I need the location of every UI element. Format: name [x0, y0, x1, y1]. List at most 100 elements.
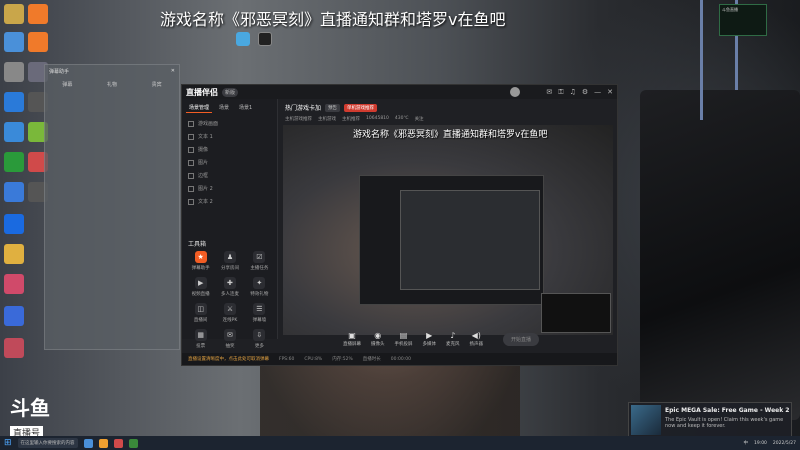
tab-scene-1[interactable]: 场景1: [236, 103, 255, 113]
tool-icon: ✦: [253, 277, 266, 289]
scene-item-label: 游戏画面: [198, 121, 219, 127]
meta-item[interactable]: 关注: [415, 116, 424, 122]
tool-item[interactable]: ✚ 多人连麦: [215, 277, 244, 297]
recommend-tag[interactable]: 单机游戏推荐: [344, 103, 378, 112]
clock-time[interactable]: 19:00: [754, 441, 767, 446]
tool-item[interactable]: ⚔ 连线PK: [215, 303, 244, 323]
desktop-icon[interactable]: [4, 306, 24, 326]
app-titlebar: 直播伴侣 新版 ✉ ⚿ ♫ ⚙ — ✕: [182, 85, 617, 99]
close-icon[interactable]: ✕: [607, 88, 613, 96]
start-live-button[interactable]: 开始直播: [503, 332, 540, 346]
desktop-icon[interactable]: [4, 122, 24, 142]
eye-icon[interactable]: [188, 133, 194, 140]
meta-item: 10645810: [366, 116, 389, 121]
eye-icon[interactable]: [188, 198, 194, 205]
eye-icon[interactable]: [188, 185, 194, 192]
app-shortcut-icon[interactable]: [258, 32, 272, 46]
action-button[interactable]: ♪ 麦克风: [446, 331, 460, 347]
version-badge[interactable]: 新版: [222, 87, 239, 97]
tab-scene-manage[interactable]: 场景管理: [186, 103, 213, 113]
taskbar-app-icon[interactable]: [98, 438, 108, 448]
eye-icon[interactable]: [188, 172, 194, 179]
desktop-icon[interactable]: [4, 214, 24, 234]
taskbar-app-icon[interactable]: [113, 438, 123, 448]
action-button[interactable]: ◀) 扬声器: [470, 331, 484, 347]
action-button[interactable]: ▶ 多媒体: [423, 331, 437, 347]
tab-scene[interactable]: 场景: [216, 103, 232, 113]
scene-item-label: 文本 1: [198, 134, 213, 140]
status-bar: 直播设置清晰度中，点击此处可取消弹幕 FPS:60 CPU:8% 内存:52% …: [182, 353, 617, 365]
panel-title: 弹幕助手: [49, 68, 70, 75]
desktop-icon[interactable]: [4, 62, 24, 82]
desktop-icon[interactable]: [4, 338, 24, 358]
language-indicator[interactable]: 中: [743, 440, 748, 446]
panel-tab[interactable]: 礼物: [107, 81, 117, 88]
windows-start-icon[interactable]: ⊞: [4, 438, 12, 448]
tool-item[interactable]: ♟ 分享房间: [215, 251, 244, 271]
scene-item[interactable]: 游戏画面: [182, 117, 277, 130]
stream-preview[interactable]: 游戏名称《邪恶冥刻》直播通知群和塔罗v在鱼吧: [283, 125, 613, 335]
panel-tab[interactable]: 弹幕: [62, 81, 72, 88]
action-button[interactable]: ▤ 手机投屏: [395, 331, 413, 347]
desktop-icon[interactable]: [4, 182, 24, 202]
minimize-icon[interactable]: —: [594, 88, 601, 96]
eye-icon[interactable]: [188, 120, 194, 127]
taskbar-search[interactable]: 在这里输入你要搜索的内容: [17, 438, 78, 448]
tool-item[interactable]: ✉ 抽奖: [215, 329, 244, 349]
clock-date[interactable]: 2022/5/27: [773, 441, 796, 446]
toast-thumbnail: [631, 405, 661, 435]
app-logo: 直播伴侣: [186, 87, 218, 97]
desktop-icon[interactable]: [4, 32, 24, 52]
tool-item[interactable]: ✦ 特效礼物: [245, 277, 274, 297]
epic-toast-notification[interactable]: Epic MEGA Sale: Free Game - Week 2 The E…: [628, 402, 792, 438]
scene-item[interactable]: 图片: [182, 156, 277, 169]
app-shortcut-icon[interactable]: [236, 32, 250, 46]
message-icon[interactable]: ✉: [546, 88, 552, 96]
scene-item[interactable]: 文本 1: [182, 130, 277, 143]
eye-icon[interactable]: [188, 146, 194, 153]
tool-item[interactable]: ☑ 主播任务: [245, 251, 274, 271]
tool-item[interactable]: ▶ 视频直播: [186, 277, 215, 297]
desktop-icon[interactable]: [4, 244, 24, 264]
avatar[interactable]: [510, 87, 521, 97]
tool-item[interactable]: ☰ 弹幕墙: [245, 303, 274, 323]
settings-icon[interactable]: ⚙: [582, 88, 588, 96]
lock-icon[interactable]: ⚿: [558, 88, 563, 97]
desktop-icon[interactable]: [28, 32, 48, 52]
tool-item[interactable]: ★ 弹幕助手: [186, 251, 215, 271]
meta-item: 430℃: [394, 116, 409, 121]
eye-icon[interactable]: [188, 159, 194, 166]
desktop-icon[interactable]: [4, 92, 24, 112]
tool-label: 视频直播: [191, 292, 210, 297]
taskbar-app-icon[interactable]: [83, 438, 93, 448]
scene-item-label: 摄像: [198, 147, 209, 153]
action-label: 多媒体: [422, 342, 437, 347]
scene-item-label: 图片: [198, 160, 209, 166]
desktop-icon[interactable]: [4, 274, 24, 294]
scene-item[interactable]: 摄像: [182, 143, 277, 156]
scene-item[interactable]: 图片 2: [182, 182, 277, 195]
action-button[interactable]: ◉ 摄像头: [371, 331, 385, 347]
source-action-bar: ▣ 直播屏幕 ◉ 摄像头 ▤ 手机投屏 ▶ 多媒体 ♪ 麦克风 ◀) 扬声器 开始直播: [279, 327, 617, 351]
category-tag[interactable]: 预告: [325, 103, 341, 112]
status-message[interactable]: 直播设置清晰度中，点击此处可取消弹幕: [188, 356, 269, 362]
action-label: 摄像头: [371, 342, 385, 347]
scene-item[interactable]: 文本 2: [182, 195, 277, 208]
tool-item[interactable]: ▦ 投票: [186, 329, 215, 349]
desktop-icon[interactable]: [28, 4, 48, 24]
desktop-icon[interactable]: [4, 152, 24, 172]
scene-item-label: 边框: [198, 173, 209, 179]
tool-item[interactable]: ◫ 直播间: [186, 303, 215, 323]
close-icon[interactable]: ✕: [171, 68, 175, 74]
action-button[interactable]: ▣ 直播屏幕: [343, 331, 361, 347]
bell-icon[interactable]: ♫: [570, 88, 576, 96]
desktop-icon[interactable]: [4, 4, 24, 24]
tool-icon: ★: [194, 251, 207, 263]
taskbar-app-icon[interactable]: [128, 438, 138, 448]
tool-item[interactable]: ⇩ 更多: [245, 329, 274, 349]
action-icon: ▶: [426, 331, 433, 340]
stream-name[interactable]: 热门游戏卡加: [285, 103, 321, 112]
notification-chip[interactable]: 斗鱼直播: [719, 4, 767, 36]
panel-tab[interactable]: 贵宾: [152, 81, 162, 88]
scene-item[interactable]: 边框: [182, 169, 277, 182]
